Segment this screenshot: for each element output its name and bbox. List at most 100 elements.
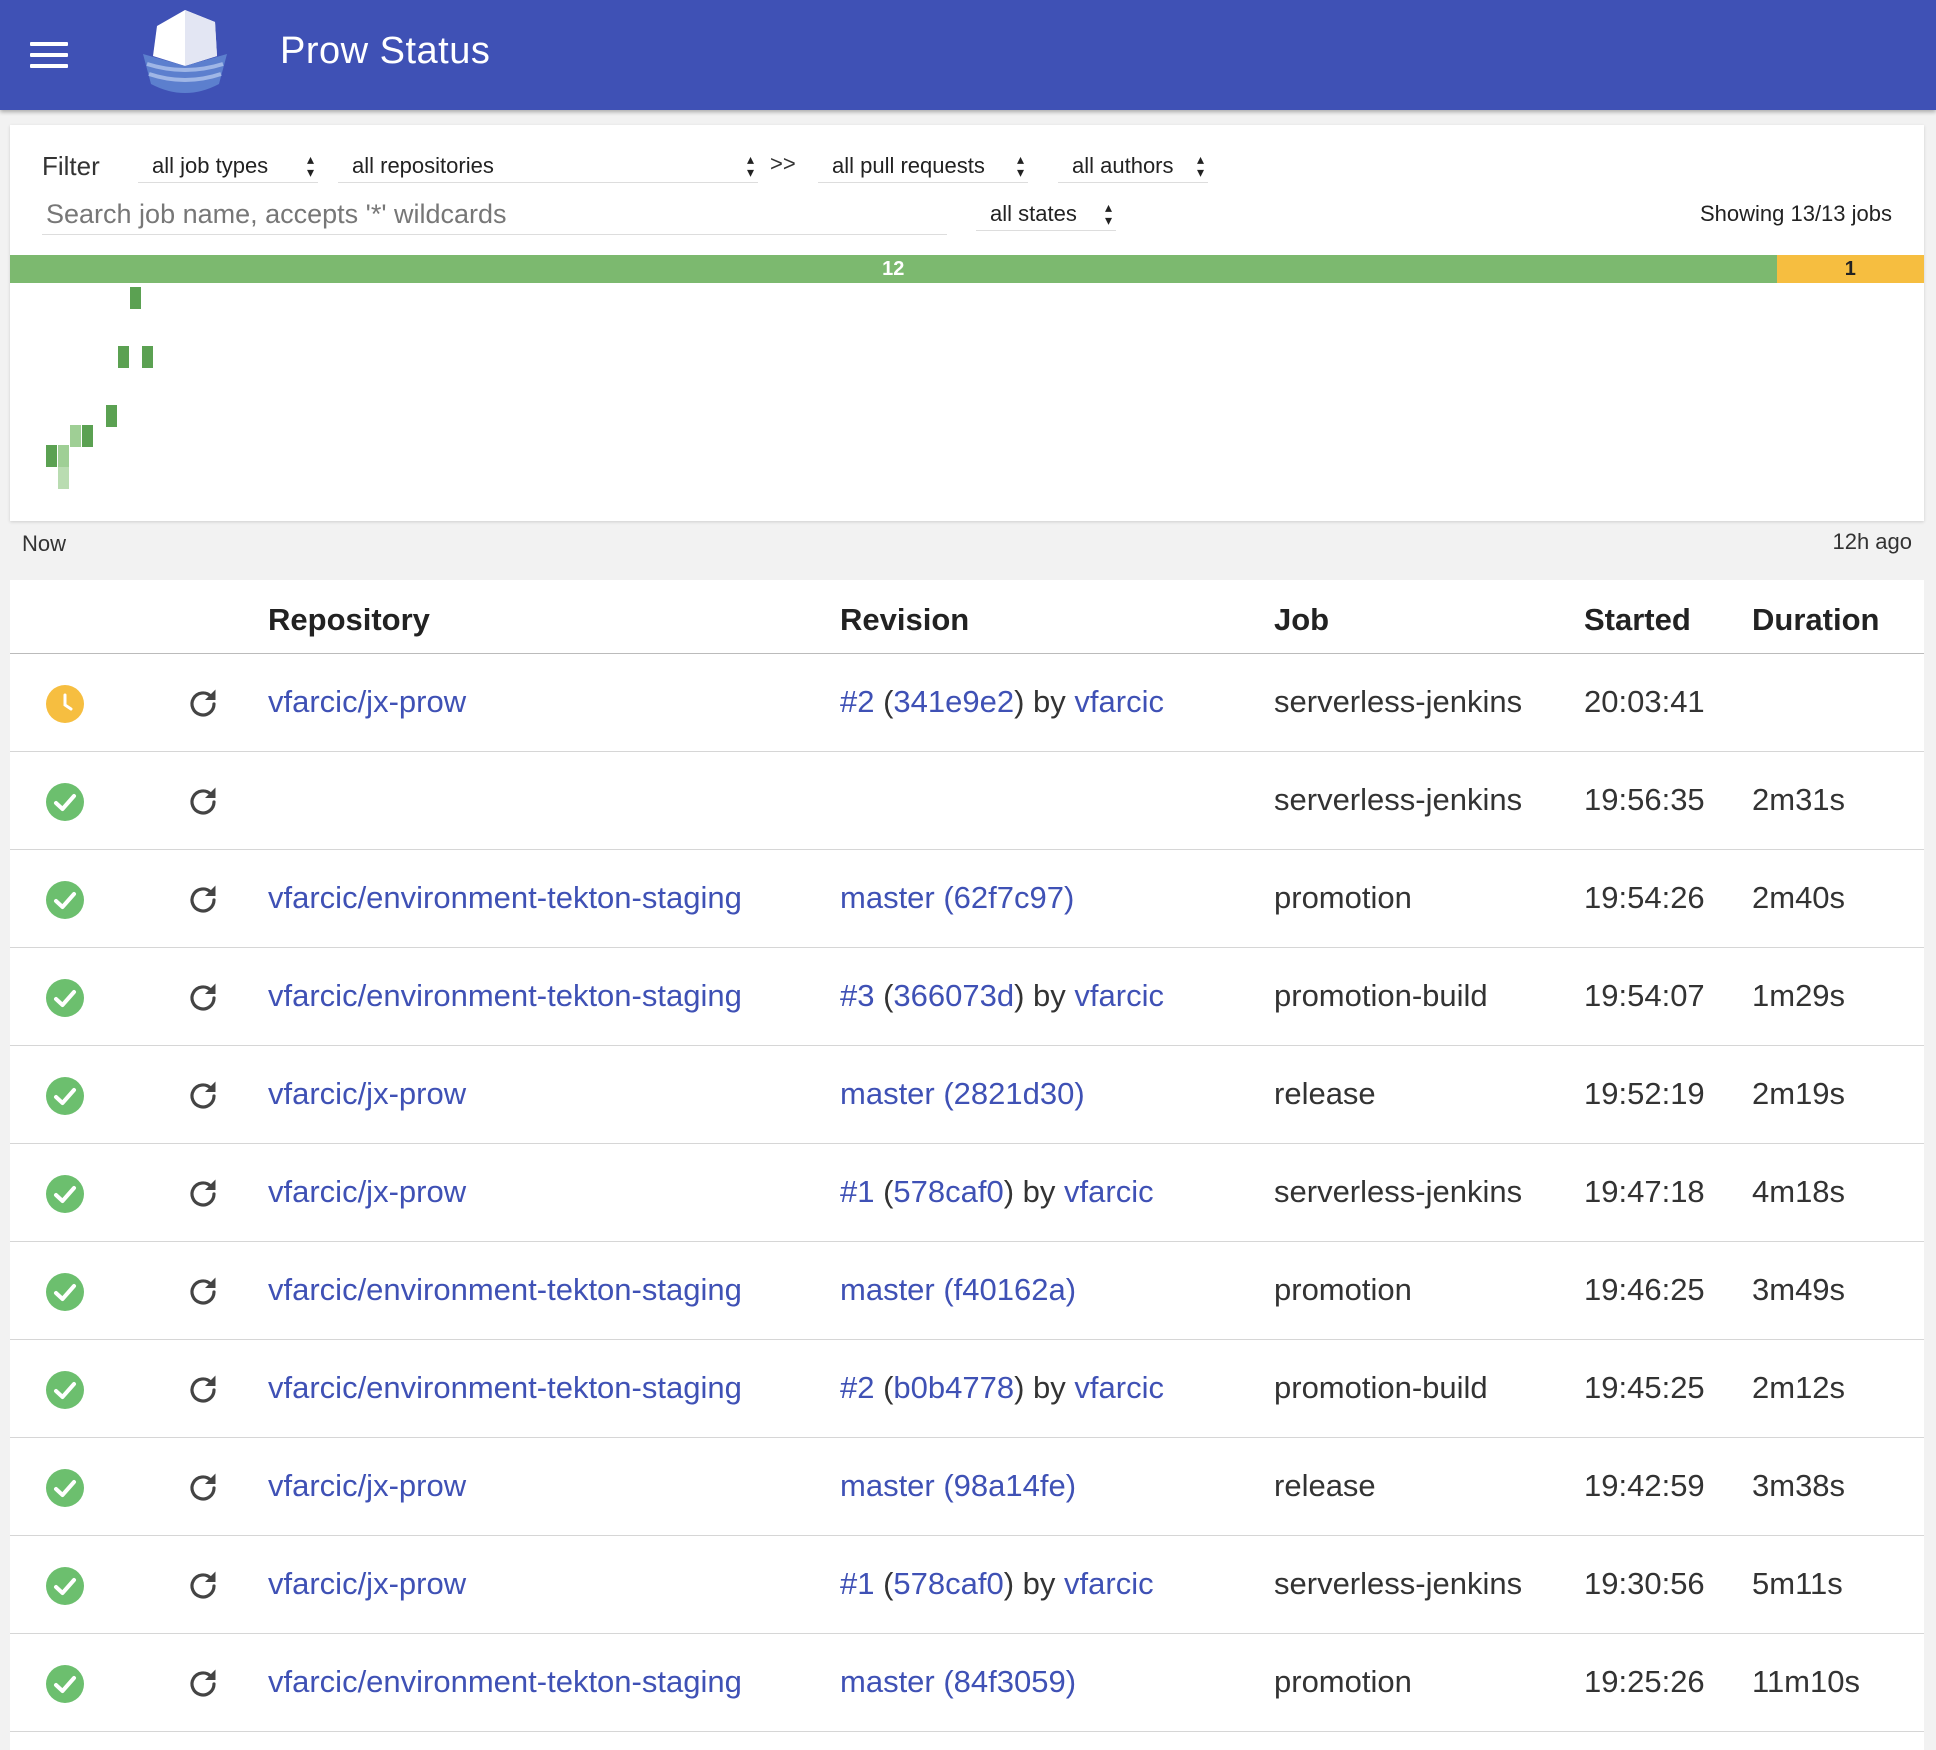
success-check-icon [45,978,85,1018]
rerun-icon[interactable] [184,685,222,723]
revision-author-link[interactable]: vfarcic [1074,684,1164,719]
repository-select[interactable]: all repositories ▴ ▾ [338,149,758,183]
revision-link[interactable]: master (62f7c97) [840,880,1074,915]
job-name[interactable]: release [1274,1468,1376,1504]
table-row: vfarcic/environment-tekton-staging #3 (36… [10,948,1924,1046]
repository-link[interactable]: vfarcic/jx-prow [268,1468,466,1504]
pending-segment[interactable]: 1 [1776,255,1924,283]
repository-link[interactable]: vfarcic/jx-prow [268,684,466,720]
revision-sha-link[interactable]: 578caf0 [893,1174,1003,1209]
table-row: vfarcic/environment-tekton-staging master… [10,850,1924,948]
job-type-select[interactable]: all job types ▴ ▾ [138,149,318,183]
rerun-icon[interactable] [184,1371,222,1409]
histogram-bar[interactable] [142,346,153,368]
job-search-input[interactable] [42,195,947,235]
histogram-bar[interactable] [58,445,69,467]
state-select[interactable]: all states ▴ ▾ [976,197,1116,231]
repository-link[interactable]: vfarcic/jx-prow [268,1566,466,1602]
job-state-summary-bar: 12 1 [10,255,1924,283]
job-name[interactable]: promotion-build [1274,1370,1488,1406]
revision-author-link[interactable]: vfarcic [1074,1370,1164,1405]
job-count-label: Showing 13/13 jobs [1699,201,1892,226]
table-row: vfarcic/jx-prow #2 (341e9e2) by vfarcic se… [10,654,1924,752]
revision-author-link[interactable]: vfarcic [1064,1566,1154,1601]
job-name[interactable]: serverless-jenkins [1274,684,1522,720]
rerun-icon[interactable] [184,1665,222,1703]
revision-author-link[interactable]: vfarcic [1064,1174,1154,1209]
job-name[interactable]: release [1274,1076,1376,1112]
author-select[interactable]: all authors ▴ ▾ [1058,149,1208,183]
column-header-revision[interactable]: Revision [840,602,969,638]
revision-link[interactable]: master (98a14fe) [840,1468,1076,1503]
started-time: 19:30:56 [1584,1566,1705,1601]
revision-text: ) by [1003,1174,1065,1209]
revision-text: ( [874,684,894,719]
started-time: 19:47:18 [1584,1174,1705,1209]
repository-link[interactable]: vfarcic/environment-tekton-staging [268,1664,742,1700]
job-name[interactable]: promotion [1274,880,1412,916]
rerun-icon[interactable] [184,881,222,919]
column-header-started[interactable]: Started [1584,602,1691,638]
histogram-bar[interactable] [82,425,93,447]
rerun-icon[interactable] [184,783,222,821]
repository-link[interactable]: vfarcic/environment-tekton-staging [268,880,742,916]
histogram-bar[interactable] [130,287,141,309]
revision-sha-link[interactable]: b0b4778 [893,1370,1014,1405]
revision-pr-link[interactable]: #2 [840,684,874,719]
repository-link[interactable]: vfarcic/environment-tekton-staging [268,1272,742,1308]
rerun-icon[interactable] [184,1567,222,1605]
column-header-repository[interactable]: Repository [268,602,430,638]
rerun-icon[interactable] [184,1273,222,1311]
rerun-icon[interactable] [184,979,222,1017]
revision-cell: master (98a14fe) [840,1468,1076,1504]
revision-author-link[interactable]: vfarcic [1074,978,1164,1013]
revision-pr-link[interactable]: #1 [840,1174,874,1209]
revision-pr-link[interactable]: #1 [840,1566,874,1601]
repository-link[interactable]: vfarcic/environment-tekton-staging [268,978,742,1014]
filter-panel: Filter all job types ▴ ▾ all repositories… [10,125,1924,521]
duration: 5m11s [1752,1566,1843,1601]
repository-link[interactable]: vfarcic/jx-prow [268,1076,466,1112]
column-header-job[interactable]: Job [1274,602,1329,638]
job-name[interactable]: serverless-jenkins [1274,1566,1522,1602]
revision-link[interactable]: master (f40162a) [840,1272,1076,1307]
rerun-icon[interactable] [184,1077,222,1115]
rerun-icon[interactable] [184,1175,222,1213]
rerun-icon[interactable] [184,1469,222,1507]
duration: 2m19s [1752,1076,1846,1111]
prow-logo-icon [143,10,227,93]
table-row: vfarcic/environment-tekton-staging master… [10,1634,1924,1732]
job-name[interactable]: promotion [1274,1272,1412,1308]
histogram-bar[interactable] [58,467,69,489]
started-time: 19:45:25 [1584,1370,1705,1405]
column-header-duration[interactable]: Duration [1752,602,1879,638]
table-header: Repository Revision Job Started Duration [10,580,1924,654]
select-arrows-icon: ▴ ▾ [1196,151,1204,180]
job-name[interactable]: serverless-jenkins [1274,782,1522,818]
hamburger-menu-icon[interactable] [30,42,68,68]
histogram-bar[interactable] [70,425,81,447]
revision-text: ) by [1003,1566,1065,1601]
app-header: Prow Status [0,0,1936,110]
histogram-bar[interactable] [46,445,57,467]
revision-sha-link[interactable]: 578caf0 [893,1566,1003,1601]
job-name[interactable]: serverless-jenkins [1274,1174,1522,1210]
revision-sha-link[interactable]: 341e9e2 [893,684,1014,719]
started-time: 20:03:41 [1584,684,1705,719]
success-segment[interactable]: 12 [10,255,1777,283]
histogram-bar[interactable] [106,405,117,427]
pull-request-select[interactable]: all pull requests ▴ ▾ [818,149,1028,183]
revision-link[interactable]: master (84f3059) [840,1664,1076,1699]
repository-link[interactable]: vfarcic/jx-prow [268,1174,466,1210]
revision-sha-link[interactable]: 366073d [893,978,1014,1013]
repository-link[interactable]: vfarcic/environment-tekton-staging [268,1370,742,1406]
histogram-bar[interactable] [118,346,129,368]
started-time: 19:42:59 [1584,1468,1705,1503]
job-name[interactable]: promotion-build [1274,978,1488,1014]
revision-pr-link[interactable]: #2 [840,1370,874,1405]
revision-link[interactable]: master (2821d30) [840,1076,1085,1111]
table-row: vfarcic/jx-prow #1 (578caf0) by vfarcic se… [10,1536,1924,1634]
pull-request-select-value: all pull requests [832,153,985,178]
revision-pr-link[interactable]: #3 [840,978,874,1013]
job-name[interactable]: promotion [1274,1664,1412,1700]
